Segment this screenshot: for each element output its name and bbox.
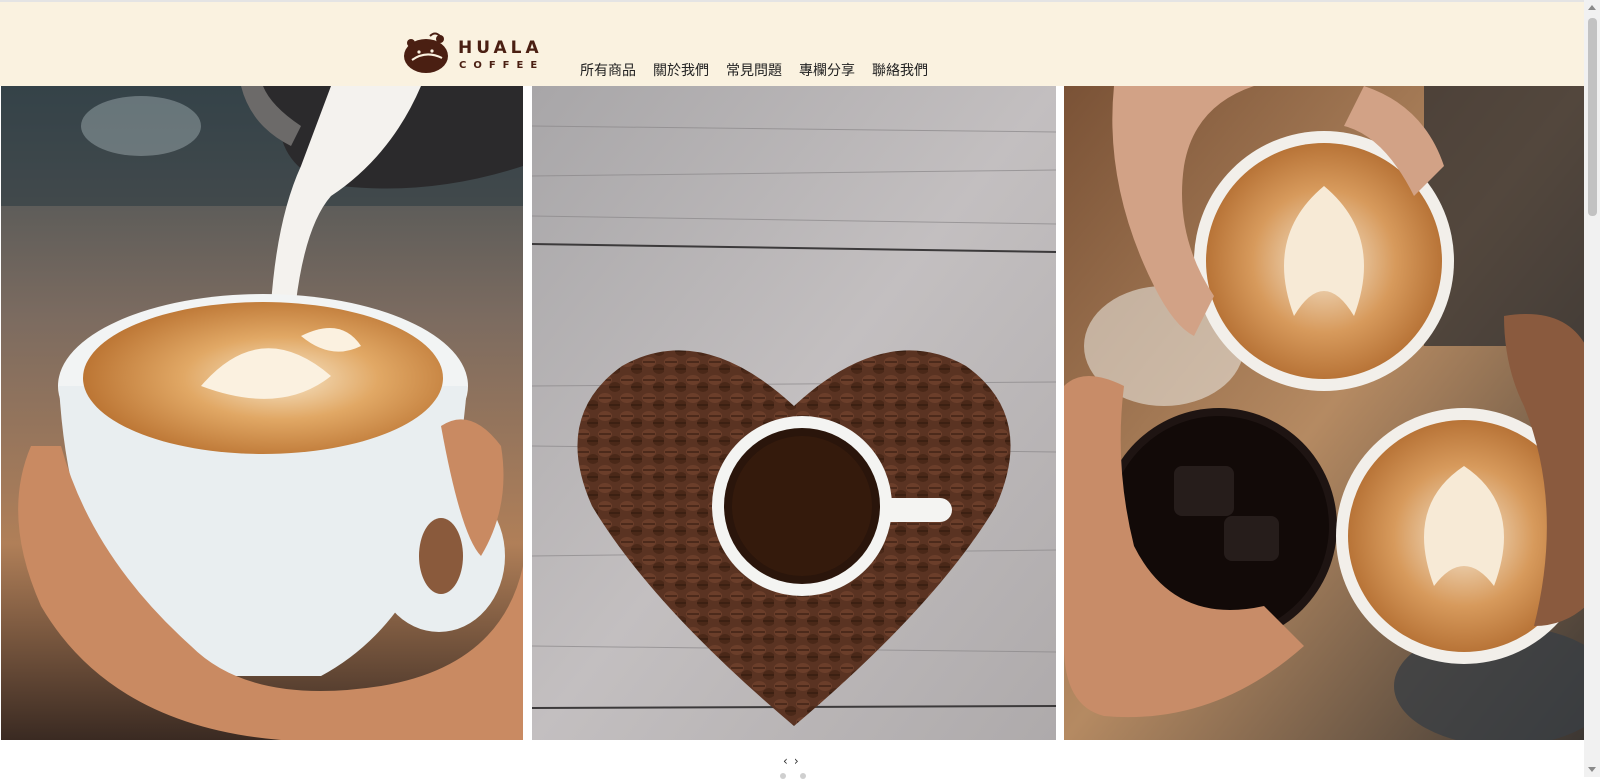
page-scrollbar[interactable] — [1584, 0, 1600, 777]
scroll-up-arrow-icon[interactable] — [1588, 5, 1596, 10]
nav-item-all-products[interactable]: 所有商品 — [580, 60, 636, 80]
hero-gallery — [1, 86, 1586, 740]
carousel-dot[interactable] — [780, 773, 786, 779]
latte-art-pour-photo — [1, 86, 523, 740]
carousel-dots — [780, 773, 806, 779]
brand-name: HUALA — [458, 38, 543, 58]
three-cups-cheers-photo — [1064, 86, 1586, 740]
nav-item-contact[interactable]: 聯絡我們 — [872, 60, 928, 80]
coffee-bean-face-icon — [404, 32, 448, 73]
carousel-dot[interactable] — [800, 773, 806, 779]
nav-item-faq[interactable]: 常見問題 — [726, 60, 782, 80]
nav-item-about-us[interactable]: 關於我們 — [653, 60, 709, 80]
coffee-beans-heart-photo — [532, 86, 1056, 740]
carousel-controls: ‹ › — [783, 754, 799, 768]
scroll-down-arrow-icon[interactable] — [1588, 767, 1596, 772]
scroll-thumb[interactable] — [1588, 18, 1597, 216]
nav-item-column[interactable]: 專欄分享 — [799, 60, 855, 80]
main-nav: 所有商品 關於我們 常見問題 專欄分享 聯絡我們 — [580, 60, 928, 80]
brand-subtitle: COFFEE — [459, 60, 545, 71]
carousel-prev-button[interactable]: ‹ — [783, 754, 788, 768]
brand-logo[interactable]: HUALA COFFEE — [402, 30, 544, 78]
carousel-next-button[interactable]: › — [794, 754, 799, 768]
site-header: HUALA COFFEE 所有商品 關於我們 常見問題 專欄分享 聯絡我們 — [0, 0, 1584, 86]
